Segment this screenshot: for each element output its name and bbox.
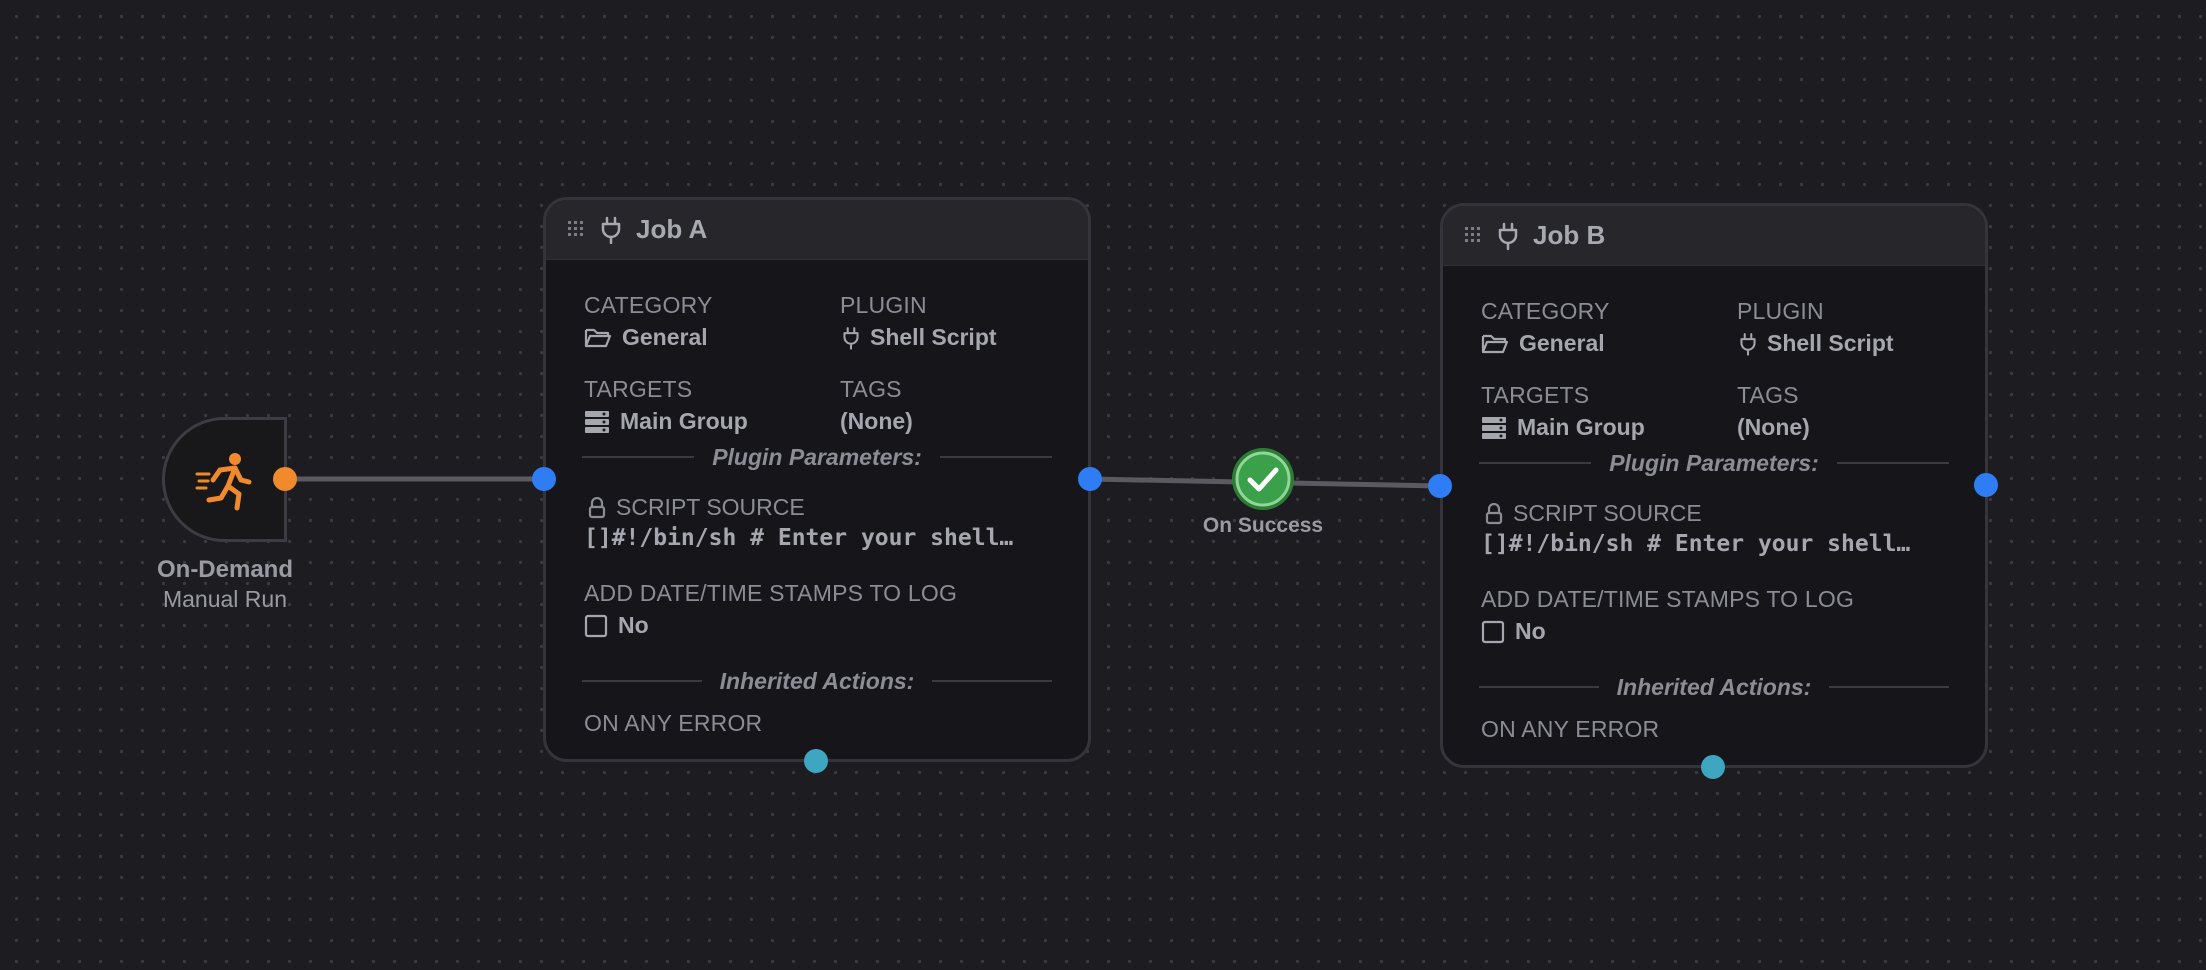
on-any-error-label: ON ANY ERROR bbox=[584, 710, 763, 736]
targets-label: TARGETS bbox=[584, 376, 693, 402]
tags-label: TAGS bbox=[840, 376, 902, 402]
category-value[interactable]: General bbox=[1481, 330, 1605, 357]
trigger-title: On-Demand bbox=[156, 556, 293, 583]
targets-label: TARGETS bbox=[1481, 382, 1590, 408]
script-source-label: SCRIPT SOURCE bbox=[588, 494, 805, 521]
checkbox-unchecked-icon[interactable] bbox=[584, 614, 608, 638]
plugin-label: PLUGIN bbox=[840, 292, 927, 318]
timestamps-label: ADD DATE/TIME STAMPS TO LOG bbox=[1481, 586, 1855, 612]
job-b-input-port[interactable] bbox=[1428, 474, 1452, 498]
targets-value[interactable]: Main Group bbox=[1481, 414, 1645, 441]
job-card-a[interactable]: Job A CATEGORY General PLUGIN Shell Scri… bbox=[543, 197, 1091, 762]
on-success-label: On Success bbox=[1202, 514, 1324, 537]
server-icon bbox=[585, 410, 609, 433]
category-label: CATEGORY bbox=[584, 292, 713, 318]
plug-icon bbox=[1498, 222, 1518, 250]
inherited-actions-text: Inherited Actions: bbox=[719, 667, 915, 694]
timestamps-value[interactable]: No bbox=[1481, 618, 1546, 645]
drag-handle-icon[interactable] bbox=[566, 220, 586, 240]
category-label: CATEGORY bbox=[1481, 298, 1610, 324]
job-a-input-port[interactable] bbox=[532, 467, 556, 491]
job-card-header[interactable]: Job B bbox=[1443, 206, 1985, 266]
timestamps-text: No bbox=[1515, 618, 1546, 644]
job-card-b[interactable]: Job B CATEGORY General PLUGIN Shell Scri… bbox=[1440, 203, 1988, 768]
on-any-error-label: ON ANY ERROR bbox=[1481, 716, 1660, 742]
timestamps-text: No bbox=[618, 612, 649, 638]
plugin-parameters-heading: Plugin Parameters: bbox=[1479, 448, 1950, 478]
server-icon bbox=[1482, 416, 1506, 439]
lock-icon bbox=[588, 496, 606, 518]
job-b-error-port[interactable] bbox=[1701, 755, 1725, 779]
script-source-label: SCRIPT SOURCE bbox=[1485, 500, 1702, 527]
plugin-text: Shell Script bbox=[870, 324, 997, 350]
tags-value: (None) bbox=[1737, 414, 1810, 440]
script-source-text: SCRIPT SOURCE bbox=[616, 494, 805, 520]
running-person-icon bbox=[195, 453, 252, 511]
tags-label: TAGS bbox=[1737, 382, 1799, 408]
script-source-value: []#!/bin/sh # Enter your shell… bbox=[1481, 531, 1911, 557]
workflow-canvas[interactable]: On-Demand Manual Run Job A CATEGORY Gene… bbox=[0, 0, 2206, 970]
tags-value: (None) bbox=[840, 408, 913, 434]
plug-icon bbox=[601, 216, 621, 244]
targets-text: Main Group bbox=[620, 408, 748, 434]
trigger-output-port[interactable] bbox=[273, 467, 297, 491]
job-title: Job B bbox=[1533, 220, 1606, 250]
script-source-value: []#!/bin/sh # Enter your shell… bbox=[584, 525, 1014, 551]
category-text: General bbox=[1519, 330, 1605, 356]
folder-open-icon bbox=[584, 328, 612, 347]
inherited-actions-heading: Inherited Actions: bbox=[582, 666, 1053, 696]
check-circle-icon[interactable] bbox=[1230, 446, 1296, 512]
inherited-actions-heading: Inherited Actions: bbox=[1479, 672, 1950, 702]
timestamps-label: ADD DATE/TIME STAMPS TO LOG bbox=[584, 580, 958, 606]
job-b-output-port[interactable] bbox=[1974, 473, 1998, 497]
job-a-error-port[interactable] bbox=[804, 749, 828, 773]
trigger-label: On-Demand Manual Run bbox=[140, 555, 310, 613]
category-text: General bbox=[622, 324, 708, 350]
script-source-text: SCRIPT SOURCE bbox=[1513, 500, 1702, 526]
plugin-parameters-heading: Plugin Parameters: bbox=[582, 442, 1053, 472]
inherited-actions-text: Inherited Actions: bbox=[1616, 673, 1812, 700]
plugin-parameters-text: Plugin Parameters: bbox=[1609, 449, 1819, 476]
plugin-value[interactable]: Shell Script bbox=[842, 324, 997, 351]
lock-icon bbox=[1485, 502, 1503, 524]
targets-text: Main Group bbox=[1517, 414, 1645, 440]
job-a-output-port[interactable] bbox=[1078, 467, 1102, 491]
plug-icon bbox=[843, 326, 859, 350]
timestamps-value[interactable]: No bbox=[584, 612, 649, 639]
drag-handle-icon[interactable] bbox=[1463, 226, 1483, 246]
trigger-subtitle: Manual Run bbox=[162, 586, 288, 612]
category-value[interactable]: General bbox=[584, 324, 708, 351]
plugin-label: PLUGIN bbox=[1737, 298, 1824, 324]
job-title: Job A bbox=[636, 214, 708, 244]
targets-value[interactable]: Main Group bbox=[584, 408, 748, 435]
trigger-node[interactable] bbox=[162, 417, 287, 542]
checkbox-unchecked-icon[interactable] bbox=[1481, 620, 1505, 644]
plugin-parameters-text: Plugin Parameters: bbox=[712, 443, 922, 470]
folder-open-icon bbox=[1481, 334, 1509, 353]
plugin-text: Shell Script bbox=[1767, 330, 1894, 356]
plug-icon bbox=[1740, 332, 1756, 356]
plugin-value[interactable]: Shell Script bbox=[1739, 330, 1894, 357]
job-card-header[interactable]: Job A bbox=[546, 200, 1088, 260]
